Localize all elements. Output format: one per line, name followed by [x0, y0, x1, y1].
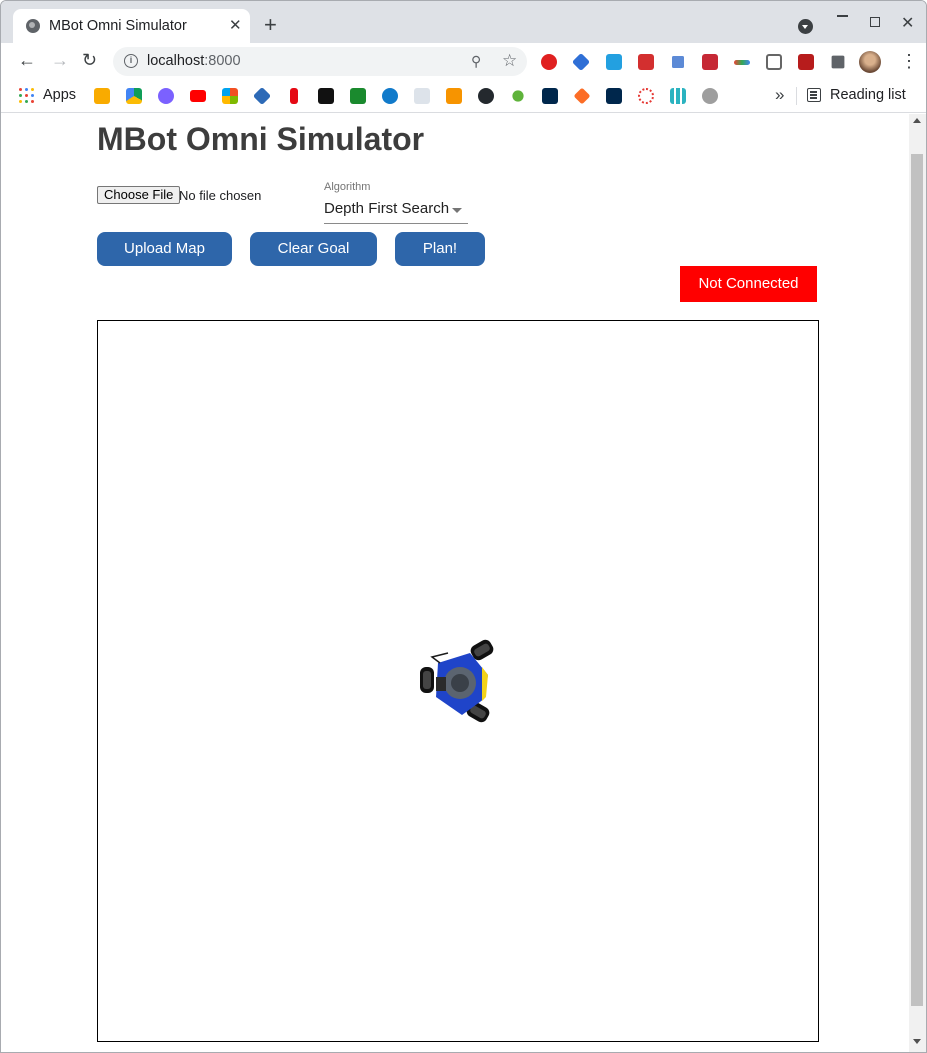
choose-file-button[interactable]: Choose File	[97, 186, 181, 204]
algorithm-value: Depth First Search	[324, 200, 450, 217]
tab-search-icon[interactable]	[798, 19, 813, 34]
reading-list-icon[interactable]	[807, 88, 821, 102]
extension-icon[interactable]	[702, 54, 718, 70]
microsoft-bookmark-icon[interactable]	[222, 88, 238, 104]
extension-icon[interactable]	[766, 54, 782, 70]
messenger-bookmark-icon[interactable]	[158, 88, 174, 104]
map-canvas[interactable]	[97, 320, 819, 1042]
file-status-text: No file chosen	[179, 188, 262, 203]
browser-tab[interactable]: MBot Omni Simulator ✕	[13, 9, 250, 43]
mbot-robot-icon[interactable]	[418, 637, 498, 725]
extension-icon[interactable]	[638, 54, 654, 70]
menu-icon[interactable]: ⋮	[900, 51, 918, 72]
page-title: MBot Omni Simulator	[97, 121, 425, 157]
plan-button[interactable]: Plan!	[395, 232, 485, 266]
extension-icon[interactable]	[734, 60, 750, 65]
page-viewport: MBot Omni Simulator Choose File No file …	[1, 114, 909, 1052]
adblock-extension-icon[interactable]	[541, 54, 557, 70]
more-bookmarks-icon[interactable]: »	[775, 85, 784, 105]
amazon-bookmark-icon[interactable]	[446, 88, 462, 104]
bookmark-icon[interactable]	[414, 88, 430, 104]
gitlab-bookmark-icon[interactable]	[573, 87, 591, 105]
chase-bookmark-icon[interactable]	[382, 88, 398, 104]
reading-list-button[interactable]: Reading list	[830, 87, 906, 103]
globe-icon	[26, 19, 40, 33]
dropbox-extension-icon[interactable]	[672, 56, 684, 68]
bookmark-icon[interactable]	[638, 88, 654, 104]
tab-title: MBot Omni Simulator	[49, 18, 187, 34]
scroll-thumb[interactable]	[911, 154, 923, 1006]
github-bookmark-icon[interactable]	[478, 88, 494, 104]
upload-map-button[interactable]: Upload Map	[97, 232, 232, 266]
td-bookmark-icon[interactable]	[350, 88, 366, 104]
tab-strip: MBot Omni Simulator ✕ + ✕	[1, 1, 926, 43]
zoom-icon[interactable]: ⚲	[471, 53, 481, 70]
url-text: localhost:8000	[147, 53, 241, 69]
algorithm-label: Algorithm	[324, 181, 371, 193]
michigan-bookmark-icon[interactable]	[606, 88, 622, 104]
browser-window: MBot Omni Simulator ✕ + ✕ ← → ↻ i localh…	[0, 0, 927, 1053]
minimize-button[interactable]	[837, 15, 848, 17]
back-icon[interactable]: ←	[18, 51, 36, 69]
apps-bookmark[interactable]: Apps	[43, 87, 76, 103]
info-icon[interactable]: i	[124, 54, 138, 68]
bookmarks-divider	[796, 87, 797, 105]
bookmark-star-icon[interactable]: ☆	[502, 51, 517, 71]
bookmark-icon[interactable]	[252, 86, 272, 106]
power-bookmark-icon[interactable]	[702, 88, 718, 104]
clear-goal-button[interactable]: Clear Goal	[250, 232, 377, 266]
bookmarks-bar: Apps » Reading list	[1, 79, 926, 113]
algorithm-select[interactable]: Depth First Search	[324, 198, 468, 224]
forward-icon[interactable]: →	[51, 51, 69, 69]
extension-icon[interactable]	[571, 52, 591, 72]
dropdown-arrow-icon	[452, 208, 462, 213]
youtube-bookmark-icon[interactable]	[190, 90, 206, 102]
apps-grid-icon[interactable]	[19, 88, 34, 103]
vertical-scrollbar[interactable]	[909, 114, 926, 1052]
extension-icon[interactable]	[798, 54, 814, 70]
scroll-up-arrow-icon[interactable]	[913, 118, 921, 123]
bookmark-icon[interactable]	[318, 88, 334, 104]
address-bar[interactable]: i localhost:8000 ⚲ ☆	[113, 47, 527, 76]
close-tab-icon[interactable]: ✕	[229, 16, 242, 34]
new-tab-button[interactable]: +	[264, 14, 277, 36]
extension-icon[interactable]	[606, 54, 622, 70]
browser-toolbar: ← → ↻ i localhost:8000 ⚲ ☆ ⋮	[1, 43, 926, 79]
maximize-button[interactable]	[870, 17, 880, 27]
drive-bookmark-icon[interactable]	[126, 88, 142, 104]
bookmark-icon[interactable]	[512, 90, 524, 102]
scroll-down-arrow-icon[interactable]	[913, 1039, 921, 1044]
profile-avatar[interactable]	[859, 51, 881, 73]
connection-status-badge: Not Connected	[680, 266, 817, 302]
bookmark-icon[interactable]	[94, 88, 110, 104]
puzzle-icon[interactable]	[831, 55, 845, 69]
netflix-bookmark-icon[interactable]	[290, 88, 298, 104]
michigan-bookmark-icon[interactable]	[542, 88, 558, 104]
reload-icon[interactable]: ↻	[82, 51, 97, 69]
bookmark-icon[interactable]	[670, 88, 686, 104]
close-window-button[interactable]: ✕	[901, 13, 914, 33]
